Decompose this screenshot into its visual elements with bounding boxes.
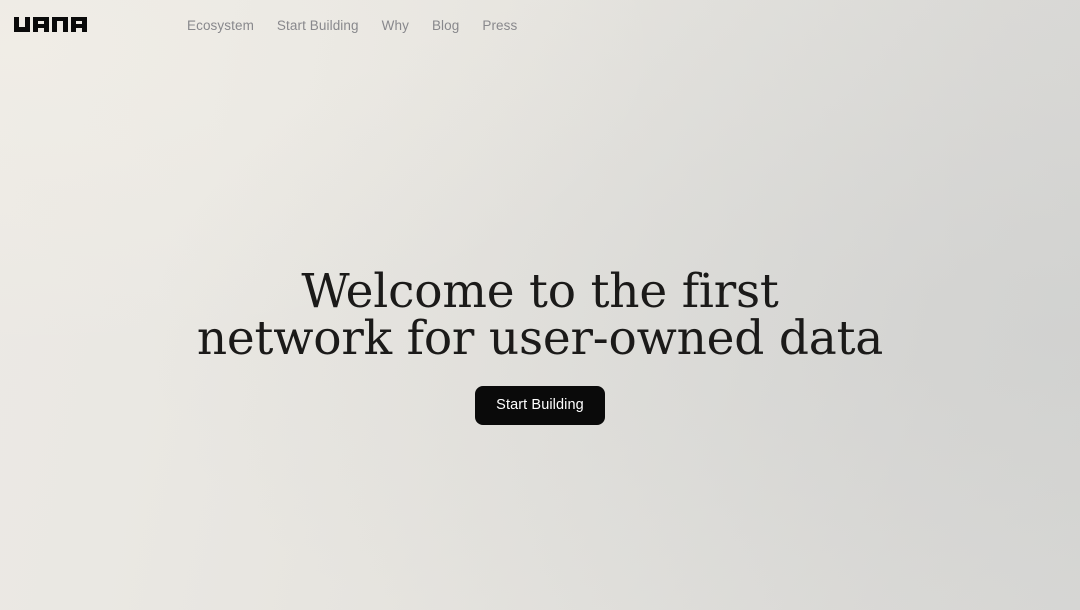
nav-item-why[interactable]: Why <box>382 13 409 39</box>
vana-wordmark-logo[interactable] <box>14 11 90 37</box>
hero-headline-line-1: Welcome to the first <box>301 264 779 319</box>
start-building-button[interactable]: Start Building <box>475 386 605 425</box>
hero-headline: Welcome to the first network for user-ow… <box>0 268 1080 362</box>
hero-cta-container: Start Building <box>0 386 1080 425</box>
hero-section: Welcome to the first network for user-ow… <box>0 268 1080 425</box>
site-header: Ecosystem Start Building Why Blog Press <box>0 0 1080 51</box>
nav-item-ecosystem[interactable]: Ecosystem <box>187 13 254 39</box>
landing-page: Ecosystem Start Building Why Blog Press … <box>0 0 1080 610</box>
nav-item-blog[interactable]: Blog <box>432 13 459 39</box>
nav-item-start-building[interactable]: Start Building <box>277 13 359 39</box>
nav-item-press[interactable]: Press <box>482 13 517 39</box>
main-navigation: Ecosystem Start Building Why Blog Press <box>187 0 517 51</box>
hero-headline-line-2: network for user-owned data <box>196 311 884 366</box>
vana-logo-icon <box>14 17 87 32</box>
